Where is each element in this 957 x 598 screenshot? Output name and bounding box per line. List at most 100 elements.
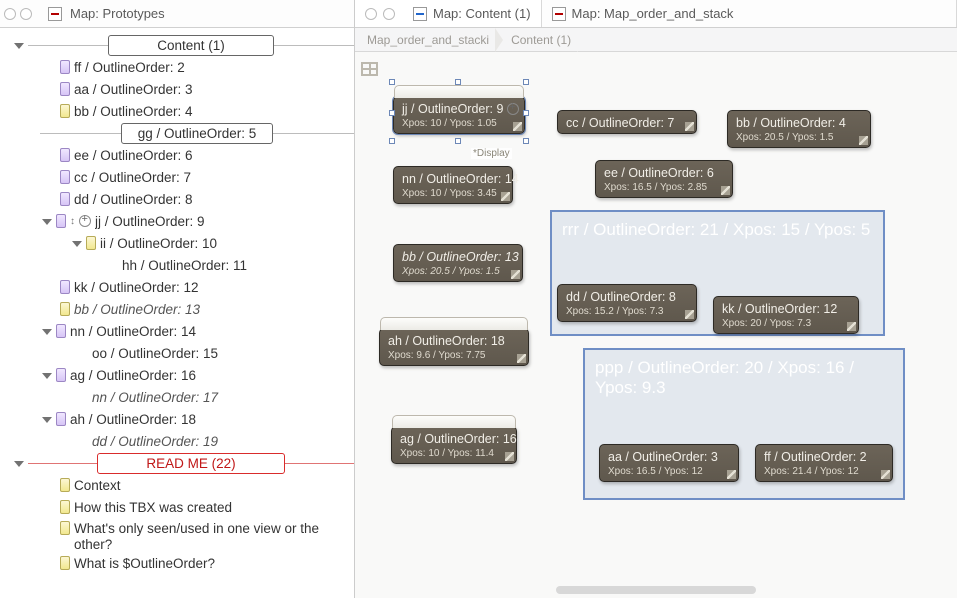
- outline-item[interactable]: ee / OutlineOrder: 6: [74, 148, 354, 163]
- map-note-title: kk / OutlineOrder: 12: [722, 302, 850, 316]
- map-note-nn[interactable]: nn / OutlineOrder: 14 Xpos: 10 / Ypos: 3…: [393, 166, 513, 204]
- resize-handle-icon[interactable]: [501, 192, 510, 201]
- selection-handle[interactable]: [389, 79, 395, 85]
- outline-item[interactable]: What is $OutlineOrder?: [74, 556, 354, 571]
- outline-pane: Map: Prototypes Content (1) ff / Outline…: [0, 0, 355, 598]
- chevron-down-icon[interactable]: [42, 373, 52, 379]
- tab-content[interactable]: Map: Content (1): [355, 0, 542, 27]
- map-note-title: nn / OutlineOrder: 14: [402, 172, 504, 186]
- horizontal-scrollbar[interactable]: [556, 586, 756, 594]
- map-note-jj[interactable]: jj / OutlineOrder: 9 Xpos: 10 / Ypos: 1.…: [393, 96, 525, 134]
- selection-handle[interactable]: [455, 79, 461, 85]
- outline-item-alias[interactable]: dd / OutlineOrder: 19: [92, 434, 354, 449]
- resize-handle-icon[interactable]: [859, 136, 868, 145]
- selection-handle[interactable]: [523, 138, 529, 144]
- map-note-ee[interactable]: ee / OutlineOrder: 6 Xpos: 16.5 / Ypos: …: [595, 160, 733, 198]
- map-note-ah[interactable]: ah / OutlineOrder: 18 Xpos: 9.6 / Ypos: …: [379, 328, 529, 366]
- selection-handle[interactable]: [455, 138, 461, 144]
- outline-header-readme[interactable]: READ ME (22): [28, 452, 354, 474]
- tab-label: Map: Content (1): [433, 6, 531, 21]
- plus-icon[interactable]: [79, 215, 91, 227]
- chevron-down-icon[interactable]: [14, 43, 24, 49]
- outline-item[interactable]: hh / OutlineOrder: 11: [122, 258, 354, 273]
- resize-handle-icon[interactable]: [881, 470, 890, 479]
- outline-item[interactable]: ff / OutlineOrder: 2: [74, 60, 354, 75]
- plus-icon[interactable]: [507, 103, 519, 115]
- window-control-dot[interactable]: [365, 8, 377, 20]
- resize-handle-icon[interactable]: [685, 310, 694, 319]
- resize-handle-icon[interactable]: [505, 452, 514, 461]
- breadcrumb-seg[interactable]: Content (1): [505, 28, 577, 51]
- map-note-coords: Xpos: 20.5 / Ypos: 1.5: [736, 132, 862, 143]
- outline-item-alias[interactable]: bb / OutlineOrder: 13: [74, 302, 354, 317]
- selection-handle[interactable]: [389, 138, 395, 144]
- breadcrumb: Map_order_and_stacki Content (1): [355, 28, 957, 52]
- left-tab-title[interactable]: Map: Prototypes: [66, 6, 169, 21]
- resize-handle-icon[interactable]: [847, 322, 856, 331]
- map-note-coords: Xpos: 9.6 / Ypos: 7.75: [388, 350, 520, 361]
- outline-item[interactable]: cc / OutlineOrder: 7: [74, 170, 354, 185]
- resize-handle-icon[interactable]: [511, 270, 520, 279]
- map-note-coords: Xpos: 10 / Ypos: 3.45: [402, 188, 504, 199]
- outline-item[interactable]: nn / OutlineOrder: 14: [70, 324, 354, 339]
- resize-handle-icon[interactable]: [685, 122, 694, 131]
- outline-item[interactable]: kk / OutlineOrder: 12: [74, 280, 354, 295]
- outline-item[interactable]: jj / OutlineOrder: 9: [95, 214, 354, 229]
- outline-item[interactable]: dd / OutlineOrder: 8: [74, 192, 354, 207]
- chevron-down-icon[interactable]: [42, 219, 52, 225]
- map-note-ff[interactable]: ff / OutlineOrder: 2 Xpos: 21.4 / Ypos: …: [755, 444, 893, 482]
- gg-header-pill[interactable]: gg / OutlineOrder: 5: [121, 123, 274, 144]
- map-note-bb13[interactable]: bb / OutlineOrder: 13 Xpos: 20.5 / Ypos:…: [393, 244, 523, 282]
- outline-item[interactable]: How this TBX was created: [74, 500, 354, 515]
- tab-maporder[interactable]: Map: Map_order_and_stack: [542, 0, 957, 27]
- map-note-title: ah / OutlineOrder: 18: [388, 334, 520, 348]
- map-note-title: ee / OutlineOrder: 6: [604, 166, 724, 180]
- note-icon: [60, 60, 70, 74]
- chevron-down-icon[interactable]: [42, 329, 52, 335]
- outline-item[interactable]: ii / OutlineOrder: 10: [100, 236, 354, 251]
- chevron-down-icon[interactable]: [14, 461, 24, 467]
- chevron-down-icon[interactable]: [42, 417, 52, 423]
- resize-handle-icon[interactable]: [721, 186, 730, 195]
- outline-item[interactable]: oo / OutlineOrder: 15: [92, 346, 354, 361]
- outline-item[interactable]: ah / OutlineOrder: 18: [70, 412, 354, 427]
- map-note-cc[interactable]: cc / OutlineOrder: 7: [557, 110, 697, 134]
- outline-item[interactable]: ag / OutlineOrder: 16: [70, 368, 354, 383]
- map-note-bb4[interactable]: bb / OutlineOrder: 4 Xpos: 20.5 / Ypos: …: [727, 110, 871, 148]
- content-header-pill[interactable]: Content (1): [108, 35, 274, 56]
- outline-item-alias[interactable]: nn / OutlineOrder: 17: [92, 390, 354, 405]
- selection-handle[interactable]: [523, 79, 529, 85]
- resize-handle-icon[interactable]: [517, 354, 526, 363]
- readme-header-pill[interactable]: READ ME (22): [97, 453, 284, 474]
- map-note-aa[interactable]: aa / OutlineOrder: 3 Xpos: 16.5 / Ypos: …: [599, 444, 739, 482]
- map-note-kk[interactable]: kk / OutlineOrder: 12 Xpos: 20 / Ypos: 7…: [713, 296, 859, 334]
- map-note-coords: Xpos: 10 / Ypos: 1.05: [402, 118, 516, 129]
- outline-header-content[interactable]: Content (1): [28, 34, 354, 56]
- resize-handle-icon[interactable]: [513, 122, 522, 131]
- outline-item[interactable]: bb / OutlineOrder: 4: [74, 104, 354, 119]
- map-note-ag[interactable]: ag / OutlineOrder: 16 Xpos: 10 / Ypos: 1…: [391, 426, 517, 464]
- map-note-coords: Xpos: 20.5 / Ypos: 1.5: [402, 266, 514, 277]
- window-control-dot[interactable]: [4, 8, 16, 20]
- outline-item[interactable]: Context: [74, 478, 354, 493]
- table-view-icon[interactable]: [361, 62, 378, 76]
- map-canvas[interactable]: jj / OutlineOrder: 9 Xpos: 10 / Ypos: 1.…: [355, 52, 957, 598]
- window-control-dot[interactable]: [383, 8, 395, 20]
- outline-tree[interactable]: Content (1) ff / OutlineOrder: 2 aa / Ou…: [0, 28, 354, 598]
- container-title: ppp / OutlineOrder: 20 / Xpos: 16 / Ypos…: [595, 358, 854, 397]
- note-icon: [56, 324, 66, 338]
- selection-handle[interactable]: [389, 110, 395, 116]
- outline-item[interactable]: aa / OutlineOrder: 3: [74, 82, 354, 97]
- map-note-coords: Xpos: 16.5 / Ypos: 2.85: [604, 182, 724, 193]
- breadcrumb-seg[interactable]: Map_order_and_stacki: [361, 28, 495, 51]
- selection-handle[interactable]: [523, 110, 529, 116]
- outline-item[interactable]: What's only seen/used in one view or the…: [74, 521, 354, 553]
- chevron-down-icon[interactable]: [72, 241, 82, 247]
- window-control-dot[interactable]: [20, 8, 32, 20]
- note-icon: [60, 478, 70, 492]
- display-attr-tag: *Display: [471, 148, 512, 159]
- resize-handle-icon[interactable]: [727, 470, 736, 479]
- outline-header-gg[interactable]: gg / OutlineOrder: 5: [40, 122, 354, 144]
- map-note-dd[interactable]: dd / OutlineOrder: 8 Xpos: 15.2 / Ypos: …: [557, 284, 697, 322]
- document-icon: [48, 7, 62, 21]
